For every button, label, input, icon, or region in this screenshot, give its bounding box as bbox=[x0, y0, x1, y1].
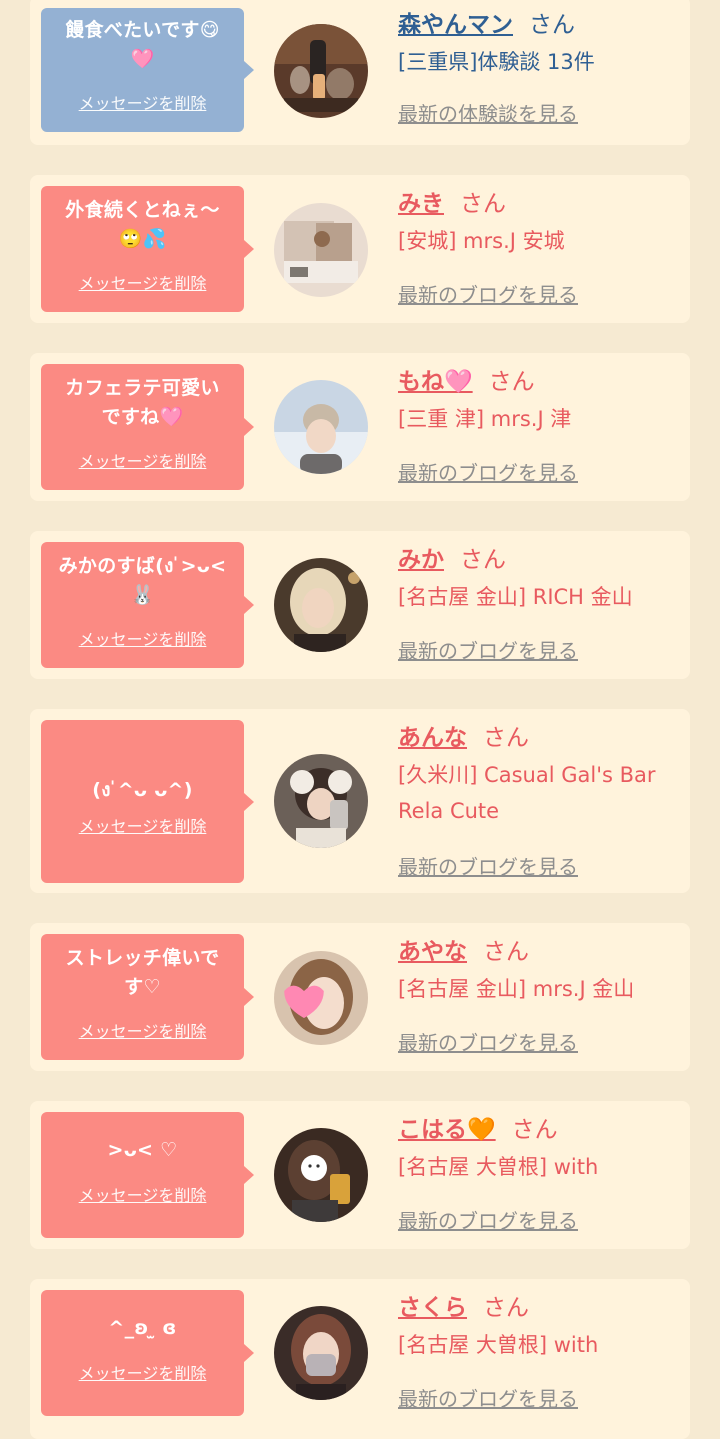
avatar[interactable] bbox=[274, 951, 368, 1045]
user-name-link[interactable]: こはる🧡 bbox=[398, 1117, 496, 1143]
message-text: (ง ̍^ᴗ ᴗ^) bbox=[92, 779, 193, 801]
honorific: さん bbox=[488, 369, 535, 395]
message-list: 饅食べたいです😋 🩷 メッセージを削除 森やんマン さん [三重県]体験談 13件… bbox=[0, 0, 720, 1439]
honorific: さん bbox=[511, 1117, 558, 1143]
honorific: さん bbox=[460, 547, 506, 573]
message-text: ^_ʚ ̫ ɞ bbox=[108, 1317, 177, 1339]
user-name-link[interactable]: みき bbox=[398, 191, 444, 217]
list-item: (ง ̍^ᴗ ᴗ^) メッセージを削除 あんな さん [久米川] Casual G… bbox=[30, 709, 690, 893]
honorific: さん bbox=[483, 1295, 529, 1321]
shop-label: [三重県]体験談 13件 bbox=[398, 50, 595, 74]
avatar[interactable] bbox=[274, 380, 368, 474]
shop-label: [三重 津] mrs.J 津 bbox=[398, 407, 572, 431]
latest-link[interactable]: 最新の体験談を見る bbox=[398, 98, 578, 127]
message-text: >ᴗ< ♡ bbox=[107, 1139, 178, 1161]
delete-message-button[interactable]: メッセージを削除 bbox=[41, 90, 244, 114]
user-name-link[interactable]: みか bbox=[398, 547, 444, 573]
list-item: みかのすば(ง ̍>ᴗ< 🐰 メッセージを削除 みか さん [名古屋 金山] RI… bbox=[30, 531, 690, 679]
message-bubble: 饅食べたいです😋 🩷 メッセージを削除 bbox=[41, 8, 254, 132]
latest-link[interactable]: 最新のブログを見る bbox=[398, 1205, 578, 1234]
honorific: さん bbox=[483, 939, 529, 965]
user-name-link[interactable]: さくら bbox=[398, 1295, 467, 1321]
message-bubble: みかのすば(ง ̍>ᴗ< 🐰 メッセージを削除 bbox=[41, 542, 254, 668]
avatar[interactable] bbox=[274, 203, 368, 297]
shop-label: [名古屋 金山] RICH 金山 bbox=[398, 585, 633, 609]
latest-link[interactable]: 最新のブログを見る bbox=[398, 1383, 578, 1412]
shop-label: [名古屋 大曽根] with bbox=[398, 1155, 599, 1179]
list-item: >ᴗ< ♡ メッセージを削除 こはる🧡 さん [名古屋 大曽根] with 最新の… bbox=[30, 1101, 690, 1249]
message-bubble: カフェラテ可愛い ですね🩷 メッセージを削除 bbox=[41, 364, 254, 490]
user-name-link[interactable]: あやな bbox=[398, 939, 467, 965]
delete-message-button[interactable]: メッセージを削除 bbox=[41, 626, 244, 650]
shop-label: [安城] mrs.J 安城 bbox=[398, 229, 565, 253]
latest-link[interactable]: 最新のブログを見る bbox=[398, 1027, 578, 1056]
honorific: さん bbox=[529, 12, 575, 38]
message-bubble: 外食続くとねぇ〜 🙄💦 メッセージを削除 bbox=[41, 186, 254, 312]
delete-message-button[interactable]: メッセージを削除 bbox=[41, 448, 244, 472]
user-name-link[interactable]: 森やんマン bbox=[398, 12, 513, 38]
user-name-link[interactable]: もね🩷 bbox=[398, 369, 473, 395]
honorific: さん bbox=[483, 725, 529, 751]
avatar[interactable] bbox=[274, 754, 368, 848]
latest-link[interactable]: 最新のブログを見る bbox=[398, 851, 578, 880]
message-text: カフェラテ可愛い ですね🩷 bbox=[65, 377, 220, 428]
latest-link[interactable]: 最新のブログを見る bbox=[398, 279, 578, 308]
delete-message-button[interactable]: メッセージを削除 bbox=[41, 1182, 244, 1206]
delete-message-button[interactable]: メッセージを削除 bbox=[41, 813, 244, 837]
delete-message-button[interactable]: メッセージを削除 bbox=[41, 270, 244, 294]
message-text: ストレッチ偉いで す♡ bbox=[65, 947, 220, 998]
latest-link[interactable]: 最新のブログを見る bbox=[398, 635, 578, 664]
list-item: ストレッチ偉いで す♡ メッセージを削除 あやな さん [名古屋 金山] mrs.… bbox=[30, 923, 690, 1071]
message-bubble: ストレッチ偉いで す♡ メッセージを削除 bbox=[41, 934, 254, 1060]
delete-message-button[interactable]: メッセージを削除 bbox=[41, 1360, 244, 1384]
message-bubble: ^_ʚ ̫ ɞ メッセージを削除 bbox=[41, 1290, 254, 1416]
message-bubble: >ᴗ< ♡ メッセージを削除 bbox=[41, 1112, 254, 1238]
list-item: ^_ʚ ̫ ɞ メッセージを削除 さくら さん [名古屋 大曽根] with 最新… bbox=[30, 1279, 690, 1439]
honorific: さん bbox=[460, 191, 506, 217]
latest-link[interactable]: 最新のブログを見る bbox=[398, 457, 578, 486]
list-item: 外食続くとねぇ〜 🙄💦 メッセージを削除 みき さん [安城] mrs.J 安城 … bbox=[30, 175, 690, 323]
message-text: 外食続くとねぇ〜 🙄💦 bbox=[65, 199, 220, 250]
avatar[interactable] bbox=[274, 1128, 368, 1222]
avatar[interactable] bbox=[274, 558, 368, 652]
shop-label: [名古屋 大曽根] with bbox=[398, 1333, 599, 1357]
message-text: みかのすば(ง ̍>ᴗ< 🐰 bbox=[58, 555, 227, 606]
user-name-link[interactable]: あんな bbox=[398, 725, 467, 751]
delete-message-button[interactable]: メッセージを削除 bbox=[41, 1018, 244, 1042]
shop-label: [名古屋 金山] mrs.J 金山 bbox=[398, 977, 635, 1001]
message-bubble: (ง ̍^ᴗ ᴗ^) メッセージを削除 bbox=[41, 720, 254, 883]
avatar[interactable] bbox=[274, 1306, 368, 1400]
message-text: 饅食べたいです😋 🩷 bbox=[65, 19, 220, 70]
avatar[interactable] bbox=[274, 24, 368, 118]
shop-label: [久米川] Casual Gal's Bar Rela Cute bbox=[398, 763, 656, 823]
list-item: カフェラテ可愛い ですね🩷 メッセージを削除 もね🩷 さん [三重 津] mrs.… bbox=[30, 353, 690, 501]
list-item: 饅食べたいです😋 🩷 メッセージを削除 森やんマン さん [三重県]体験談 13件… bbox=[30, 0, 690, 145]
